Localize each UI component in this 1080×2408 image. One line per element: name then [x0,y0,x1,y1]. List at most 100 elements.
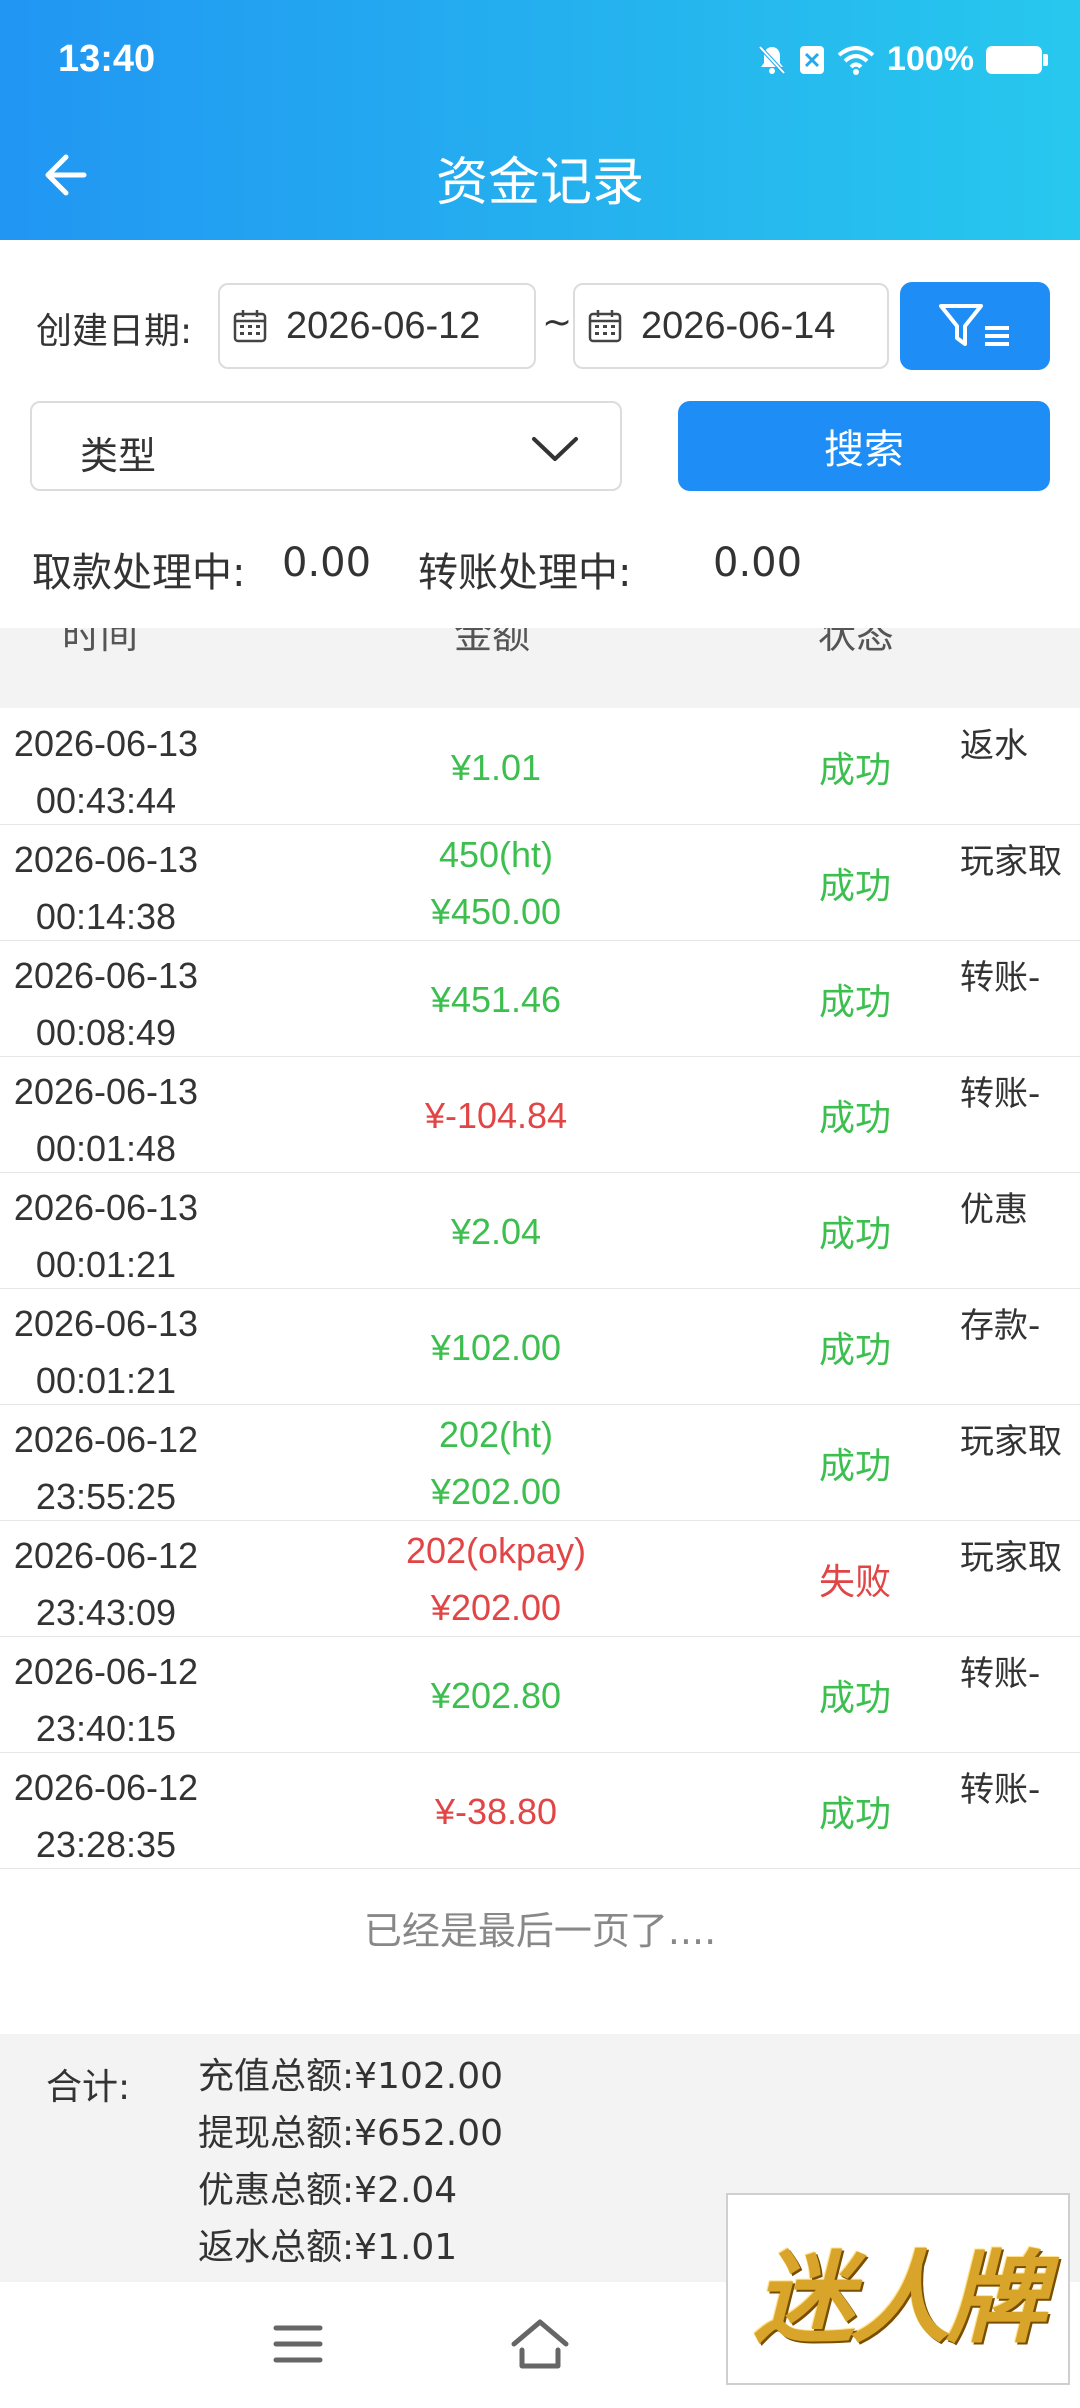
mute-bell-icon [758,45,786,74]
wifi-icon [837,45,875,75]
row-amount: ¥-104.84 [296,1057,696,1172]
row-type: 转账- [960,958,1041,998]
date-filter-label: 创建日期: [36,311,193,352]
start-date-value: 2026-06-12 [286,304,481,347]
summary-lines: 充值总额:¥102.00 提现总额:¥652.00 优惠总额:¥2.04 返水总… [198,2048,503,2276]
table-row[interactable]: 2026-06-13 00:01:21 ¥2.04 成功 优惠 [0,1173,1080,1289]
row-status: 成功 [818,982,891,1023]
row-amount-line1: ¥102.00 [430,1326,562,1368]
row-datetime: 2026-06-13 00:08:49 [6,947,206,1056]
row-amount-line2: ¥202.00 [430,1587,562,1628]
notification-x-icon [800,45,825,74]
row-time: 23:55:25 [35,1476,177,1517]
row-status: 成功 [818,750,891,791]
row-date: 2026-06-12 [13,1651,199,1692]
row-date: 2026-06-12 [13,1535,199,1576]
row-time: 23:28:35 [35,1824,177,1865]
battery-percent: 100% [887,40,974,78]
row-status: 成功 [818,1446,891,1487]
table-row[interactable]: 2026-06-12 23:28:35 ¥-38.80 成功 转账- [0,1753,1080,1869]
row-status: 成功 [818,866,891,907]
search-button[interactable]: 搜索 [678,401,1050,491]
row-date: 2026-06-13 [13,1071,199,1112]
table-row[interactable]: 2026-06-13 00:14:38 450(ht) ¥450.00 成功 玩家取 [0,825,1080,941]
row-status: 成功 [818,1330,891,1371]
row-date: 2026-06-13 [13,839,199,880]
summary-withdraw-total: 提现总额:¥652.00 [198,2113,503,2154]
row-datetime: 2026-06-13 00:01:48 [6,1063,206,1172]
summary-rebate-total: 返水总额:¥1.01 [198,2227,458,2268]
table-row[interactable]: 2026-06-13 00:43:44 ¥1.01 成功 返水 [0,709,1080,825]
row-time: 23:43:09 [35,1592,177,1633]
filter-button[interactable] [900,282,1050,370]
table-row[interactable]: 2026-06-13 00:01:21 ¥102.00 成功 存款- [0,1289,1080,1405]
row-time: 00:01:48 [35,1128,177,1169]
end-date-field[interactable]: 2026-06-14 [573,283,889,369]
logo-text: 迷人牌 [754,2238,1046,2357]
column-amount: 金额 [454,628,531,657]
row-datetime: 2026-06-13 00:14:38 [6,831,206,940]
row-type: 玩家取 [960,1422,1062,1462]
row-date: 2026-06-13 [13,955,199,996]
row-amount: ¥451.46 [296,941,696,1056]
row-type: 玩家取 [960,842,1062,882]
row-type: 存款- [960,1306,1041,1346]
row-status: 成功 [818,1794,891,1835]
battery-icon [986,45,1048,74]
watermark-logo: 迷人牌 [726,2193,1070,2385]
row-type: 返水 [960,726,1028,766]
table-row[interactable]: 2026-06-12 23:43:09 202(okpay) ¥202.00 失败 玩家取 [0,1521,1080,1637]
row-amount-line1: 202(ht) [438,1414,554,1455]
status-icons: 100% [757,40,1048,79]
row-date: 2026-06-13 [13,1187,199,1228]
table-row[interactable]: 2026-06-13 00:01:48 ¥-104.84 成功 转账- [0,1057,1080,1173]
row-type: 优惠 [960,1190,1028,1230]
row-amount-line2: ¥450.00 [430,891,562,932]
row-amount: ¥-38.80 [296,1753,696,1868]
row-status: 成功 [818,1098,891,1139]
summary-deposit-total: 充值总额:¥102.00 [198,2056,503,2097]
row-date: 2026-06-12 [13,1419,199,1460]
row-time: 23:40:15 [35,1708,177,1749]
calendar-icon [588,310,622,343]
table-header: 时间 金额 状态 [0,628,1080,708]
row-date: 2026-06-13 [13,723,199,764]
row-type: 玩家取 [960,1538,1062,1578]
row-type: 转账- [960,1074,1041,1114]
row-amount: ¥202.80 [296,1637,696,1752]
row-time: 00:43:44 [35,780,177,821]
summary-label: 合计: [46,2067,131,2108]
row-amount-line1: 202(okpay) [405,1530,587,1571]
type-select[interactable]: 类型 [30,401,622,491]
app-header: 13:40 100% 资金记录 [0,0,1080,240]
row-type: 转账- [960,1770,1041,1810]
row-time: 00:01:21 [35,1244,177,1285]
withdraw-pending-label: 取款处理中: [32,550,246,596]
row-amount-line1: ¥-104.84 [424,1094,568,1136]
row-amount-line1: ¥2.04 [450,1210,542,1252]
end-date-value: 2026-06-14 [641,304,836,347]
row-datetime: 2026-06-12 23:40:15 [6,1643,206,1752]
row-amount-line1: ¥1.01 [450,746,542,788]
row-amount: 202(okpay) ¥202.00 [296,1521,696,1636]
row-amount-line1: ¥451.46 [430,978,562,1020]
table-row[interactable]: 2026-06-13 00:08:49 ¥451.46 成功 转账- [0,941,1080,1057]
menu-icon[interactable] [272,2322,324,2366]
start-date-field[interactable]: 2026-06-12 [218,283,536,369]
row-time: 00:08:49 [35,1012,177,1053]
type-select-label: 类型 [80,434,157,478]
home-icon[interactable] [508,2316,572,2372]
row-datetime: 2026-06-13 00:43:44 [6,715,206,824]
row-status: 成功 [818,1214,891,1255]
end-of-list-note: 已经是最后一页了.... [363,1909,717,1953]
page-title: 资金记录 [435,153,644,213]
row-status: 失败 [818,1562,891,1603]
table-row[interactable]: 2026-06-12 23:40:15 ¥202.80 成功 转账- [0,1637,1080,1753]
filter-icon [939,304,1009,346]
row-datetime: 2026-06-12 23:43:09 [6,1527,206,1636]
table-row[interactable]: 2026-06-12 23:55:25 202(ht) ¥202.00 成功 玩家取 [0,1405,1080,1521]
row-amount-line2: ¥202.00 [430,1471,562,1512]
column-time: 时间 [62,628,139,657]
row-amount: ¥102.00 [296,1289,696,1404]
row-type: 转账- [960,1654,1041,1694]
